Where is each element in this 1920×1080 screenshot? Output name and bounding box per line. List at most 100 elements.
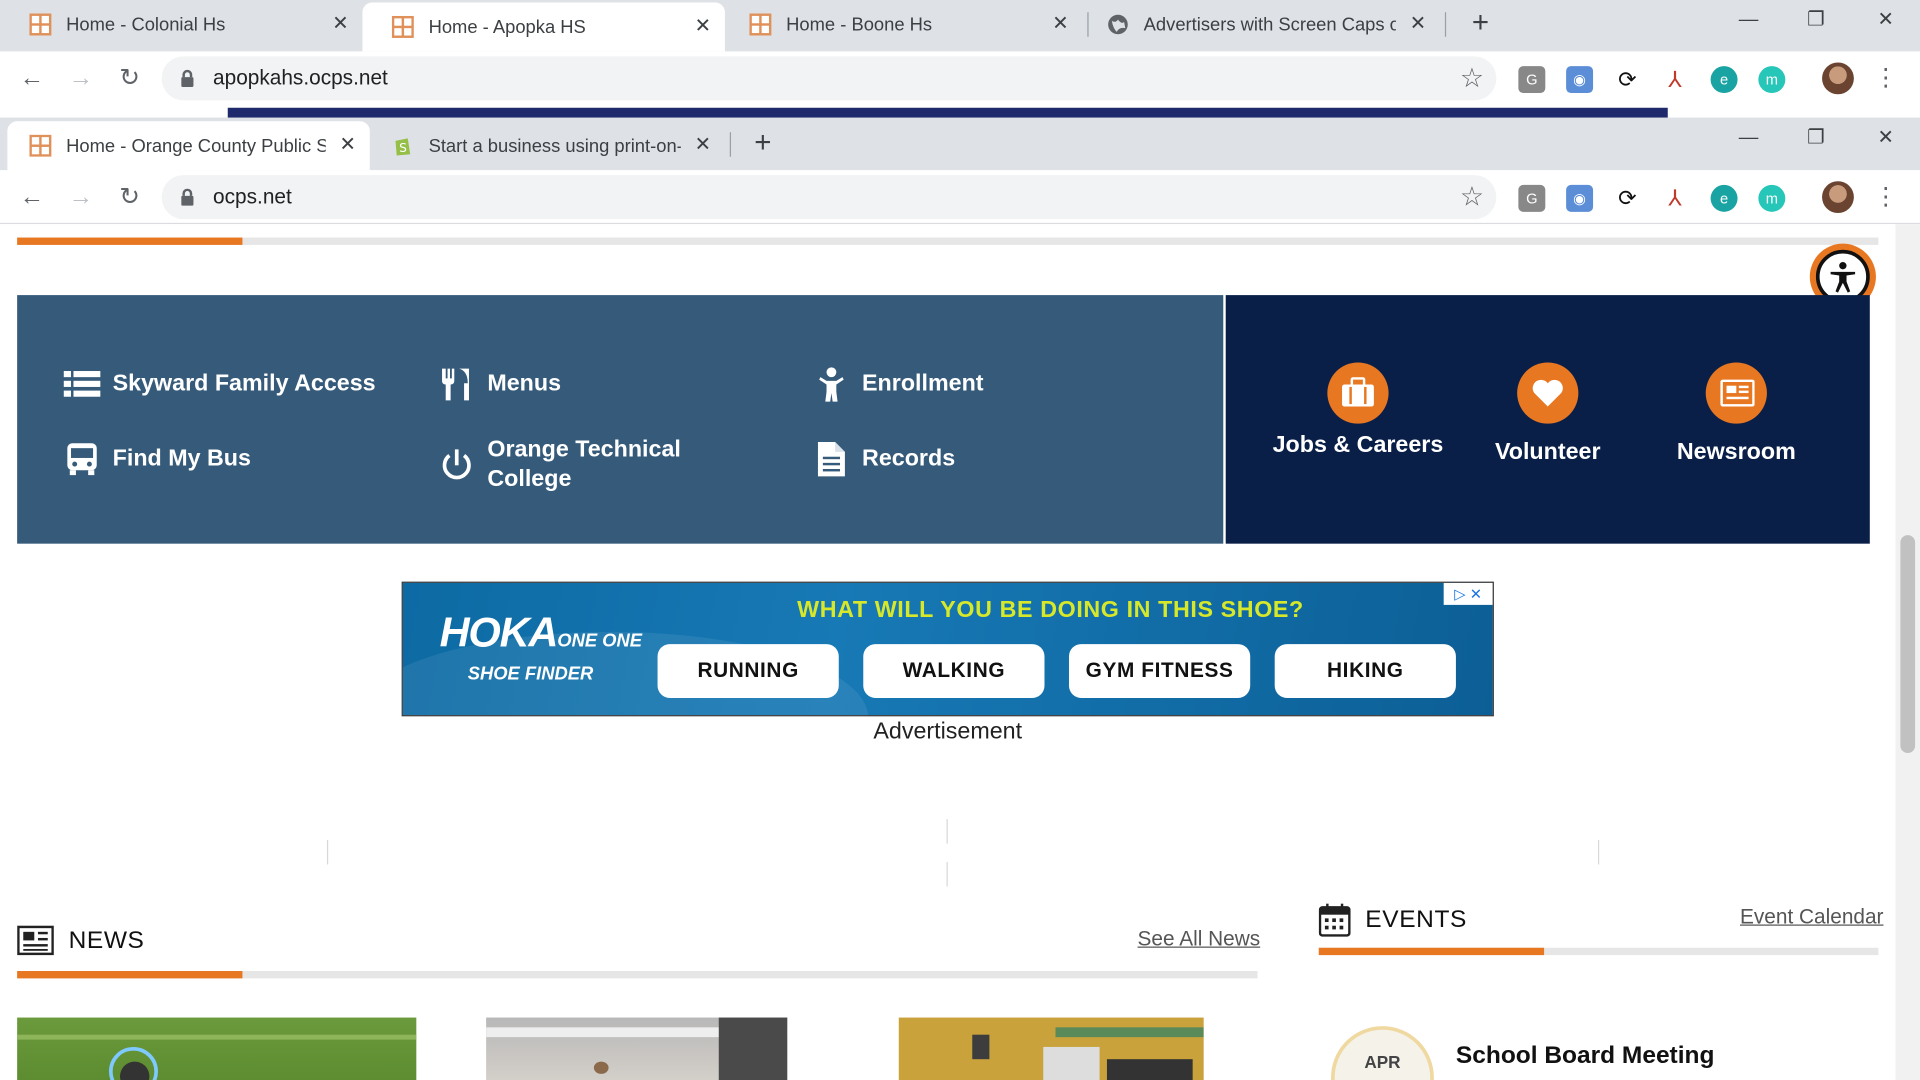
close-window-button[interactable]: ✕ — [1861, 2, 1910, 39]
close-tab-icon[interactable]: ✕ — [336, 133, 360, 157]
tab-shopify[interactable]: S Start a business using print-on-d ✕ — [362, 121, 724, 170]
divider-line — [1597, 840, 1600, 865]
globe-icon — [1108, 14, 1128, 35]
scrollbar-thumb[interactable] — [1900, 535, 1916, 754]
ad-label: Advertisement — [873, 718, 1023, 745]
ocps-favicon — [29, 13, 52, 36]
tab-title: Start a business using print-on-d — [428, 135, 681, 157]
ocps-favicon — [29, 134, 52, 157]
reload-button[interactable]: ↻ — [113, 61, 147, 95]
adchoices-icon[interactable]: ▷ ✕ — [1443, 582, 1493, 605]
sync-extension-icon[interactable]: ⟳ — [1613, 66, 1641, 94]
close-window-button[interactable]: ✕ — [1861, 120, 1910, 157]
profile-avatar[interactable] — [1822, 62, 1854, 95]
list-icon — [63, 371, 101, 397]
featured-link-jobs[interactable]: Jobs & Careers — [1266, 362, 1450, 460]
sync-extension-icon[interactable]: ⟳ — [1613, 184, 1641, 212]
quick-link-find-bus[interactable]: Find My Bus — [64, 441, 251, 478]
forward-button[interactable]: → — [64, 61, 98, 95]
advertisement-banner[interactable]: HOKAONE ONE SHOE FINDER WHAT WILL YOU BE… — [401, 581, 1494, 717]
bookmark-star-icon[interactable]: ☆ — [1460, 181, 1484, 213]
page-scrollbar[interactable] — [1895, 224, 1920, 1080]
featured-links-panel: Jobs & Careers Volunteer Newsroom — [1225, 295, 1870, 544]
tab-colonial[interactable]: Home - Colonial Hs ✕ — [0, 0, 362, 49]
new-tab-button[interactable]: + — [1463, 7, 1497, 41]
briefcase-icon — [1342, 377, 1374, 407]
see-all-news-link[interactable]: See All News — [1138, 927, 1261, 951]
ad-shoe-finder: SHOE FINDER — [467, 663, 594, 685]
close-tab-icon[interactable]: ✕ — [328, 12, 352, 36]
events-underline — [1318, 947, 1879, 956]
featured-link-label: Jobs & Careers — [1272, 432, 1444, 458]
quick-links-panel: Skyward Family Access Menus Enrollment F… — [17, 295, 1224, 544]
quick-link-label: Menus — [487, 371, 562, 397]
ad-gym-fitness-button[interactable]: GYM FITNESS — [1068, 644, 1251, 698]
ad-running-button[interactable]: RUNNING — [657, 644, 839, 698]
camera-extension-icon[interactable]: ◉ — [1566, 184, 1594, 212]
event-calendar-link[interactable]: Event Calendar — [1740, 905, 1883, 929]
featured-link-volunteer[interactable]: Volunteer — [1456, 362, 1640, 467]
quick-link-enrollment[interactable]: Enrollment — [813, 366, 984, 403]
document-icon — [817, 442, 845, 477]
tab-ocps-home[interactable]: Home - Orange County Public Sc ✕ — [7, 121, 370, 171]
url-text: apopkahs.ocps.net — [213, 66, 388, 90]
profile-avatar[interactable] — [1822, 181, 1854, 214]
news-thumbnail[interactable] — [898, 1017, 1204, 1080]
address-bar[interactable]: ocps.net ☆ — [161, 175, 1497, 220]
bus-icon — [67, 443, 97, 476]
event-title[interactable]: School Board Meeting — [1456, 1042, 1715, 1070]
edge-extension-icon[interactable]: e — [1710, 184, 1738, 212]
close-tab-icon[interactable]: ✕ — [691, 133, 715, 157]
event-date-badge: APR — [1331, 1026, 1434, 1080]
tab-title: Home - Apopka HS — [428, 16, 586, 38]
quick-link-label: Orange Technical College — [487, 437, 681, 493]
newspaper-icon — [17, 925, 54, 956]
m-extension-icon[interactable]: m — [1758, 184, 1786, 212]
ocps-favicon — [391, 15, 414, 38]
quick-link-menus[interactable]: Menus — [438, 366, 561, 403]
restore-button[interactable]: ❐ — [1791, 2, 1840, 39]
minimize-button[interactable]: — — [1724, 2, 1773, 39]
featured-link-label: Volunteer — [1494, 439, 1601, 466]
tab-advertisers[interactable]: Advertisers with Screen Caps of t ✕ — [1078, 0, 1440, 49]
minimize-button[interactable]: — — [1724, 120, 1773, 157]
camera-extension-icon[interactable]: ◉ — [1566, 66, 1594, 94]
close-tab-icon[interactable]: ✕ — [1048, 12, 1072, 36]
bookmark-star-icon[interactable]: ☆ — [1460, 62, 1484, 94]
back-button[interactable]: ← — [15, 61, 49, 95]
calendar-icon — [1318, 903, 1351, 937]
ocps-favicon — [749, 13, 772, 36]
quick-link-orange-technical[interactable]: Orange Technical College — [438, 436, 707, 495]
pdf-extension-icon[interactable]: ⅄ — [1661, 184, 1689, 212]
address-bar[interactable]: apopkahs.ocps.net ☆ — [161, 56, 1497, 101]
reload-button[interactable]: ↻ — [113, 180, 147, 214]
news-thumbnail[interactable] — [17, 1017, 417, 1080]
m-extension-icon[interactable]: m — [1758, 66, 1786, 94]
tab-title: Advertisers with Screen Caps of t — [1143, 14, 1396, 35]
section-underline — [17, 237, 1879, 245]
back-button[interactable]: ← — [15, 180, 49, 214]
close-tab-icon[interactable]: ✕ — [1406, 12, 1430, 36]
tab-boone[interactable]: Home - Boone Hs ✕ — [720, 0, 1082, 49]
menu-kebab-icon[interactable]: ⋮ — [1873, 180, 1897, 214]
featured-link-newsroom[interactable]: Newsroom — [1644, 362, 1828, 467]
tab-apopka[interactable]: Home - Apopka HS ✕ — [362, 2, 725, 52]
close-tab-icon[interactable]: ✕ — [691, 15, 715, 39]
restore-button[interactable]: ❐ — [1791, 120, 1840, 157]
grammarly-extension-icon[interactable]: G — [1518, 184, 1546, 212]
accessibility-icon — [1830, 262, 1856, 293]
tabstrip-window1: Home - Colonial Hs ✕ Home - Apopka HS ✕ … — [0, 0, 1920, 52]
news-thumbnail[interactable] — [486, 1017, 788, 1080]
edge-extension-icon[interactable]: e — [1710, 66, 1738, 94]
quick-link-skyward[interactable]: Skyward Family Access — [63, 366, 376, 403]
menu-kebab-icon[interactable]: ⋮ — [1873, 61, 1897, 95]
pdf-extension-icon[interactable]: ⅄ — [1661, 66, 1689, 94]
grammarly-extension-icon[interactable]: G — [1518, 66, 1546, 94]
events-title: EVENTS — [1365, 905, 1467, 933]
ad-hiking-button[interactable]: HIKING — [1274, 644, 1456, 698]
quick-link-records[interactable]: Records — [813, 441, 955, 478]
news-underline — [17, 971, 1258, 979]
ad-walking-button[interactable]: WALKING — [863, 644, 1045, 698]
forward-button[interactable]: → — [64, 180, 98, 214]
new-tab-button[interactable]: + — [746, 127, 780, 161]
